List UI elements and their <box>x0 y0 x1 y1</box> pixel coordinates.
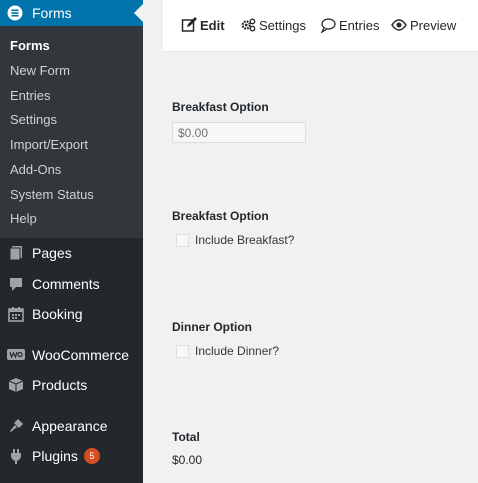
total-label: Total <box>172 430 200 444</box>
sidebar-item-label: Products <box>32 377 88 393</box>
preview-eye-icon <box>391 17 407 33</box>
submenu-entries[interactable]: Entries <box>10 88 50 103</box>
include-breakfast-checkbox[interactable] <box>176 233 189 247</box>
plugins-icon <box>6 446 26 466</box>
update-count-badge: 5 <box>83 448 100 464</box>
sidebar-item-plugins[interactable]: Plugins 5 <box>0 443 143 469</box>
include-dinner-option[interactable]: Include Dinner? <box>176 344 279 358</box>
sidebar-item-label: Pages <box>32 245 72 261</box>
form-editor-tabs: Edit Settings Entries Preview <box>163 0 478 52</box>
sidebar-item-label: Booking <box>32 306 83 322</box>
forms-submenu: Forms New Form Entries Settings Import/E… <box>0 26 143 238</box>
breakfast-price-label: Breakfast Option <box>172 100 269 114</box>
submenu-settings[interactable]: Settings <box>10 112 57 127</box>
breakfast-option-label: Breakfast Option <box>172 209 269 223</box>
sidebar-item-woocommerce[interactable]: WooCommerce <box>0 342 143 368</box>
sidebar-item-products[interactable]: Products <box>0 372 143 398</box>
tab-entries[interactable]: Entries <box>320 17 379 33</box>
submenu-new-form[interactable]: New Form <box>10 63 70 78</box>
products-icon <box>6 375 26 395</box>
sidebar-item-label: Comments <box>32 276 100 292</box>
edit-icon <box>181 17 197 33</box>
comments-icon <box>6 274 26 294</box>
submenu-import-export[interactable]: Import/Export <box>10 137 88 152</box>
submenu-forms[interactable]: Forms <box>10 38 50 53</box>
include-breakfast-option[interactable]: Include Breakfast? <box>176 233 294 247</box>
submenu-add-ons[interactable]: Add-Ons <box>10 162 61 177</box>
breakfast-price-input[interactable] <box>172 122 306 143</box>
tab-preview[interactable]: Preview <box>391 17 456 33</box>
submenu-help[interactable]: Help <box>10 211 37 226</box>
current-menu-arrow <box>134 4 143 22</box>
appearance-icon <box>6 416 26 436</box>
include-breakfast-label: Include Breakfast? <box>195 233 295 247</box>
sidebar-item-appearance[interactable]: Appearance <box>0 413 143 439</box>
include-dinner-checkbox[interactable] <box>176 344 189 358</box>
settings-gear-icon <box>240 17 256 33</box>
entries-bubble-icon <box>320 17 336 33</box>
sidebar-item-pages[interactable]: Pages <box>0 240 143 266</box>
sidebar-item-label: Plugins <box>32 448 78 464</box>
tab-settings[interactable]: Settings <box>240 17 306 33</box>
pages-icon <box>6 243 26 263</box>
sidebar-item-comments[interactable]: Comments <box>0 271 143 297</box>
dinner-option-label: Dinner Option <box>172 320 252 334</box>
forms-icon <box>7 5 23 21</box>
woocommerce-icon <box>6 345 26 365</box>
tab-edit[interactable]: Edit <box>181 17 225 33</box>
calendar-icon <box>6 304 26 324</box>
include-dinner-label: Include Dinner? <box>195 344 280 358</box>
sidebar-item-label: Forms <box>32 5 72 21</box>
sidebar-item-booking[interactable]: Booking <box>0 301 143 327</box>
sidebar-item-label: WooCommerce <box>32 347 129 363</box>
submenu-system-status[interactable]: System Status <box>10 187 94 202</box>
sidebar-item-label: Appearance <box>32 418 108 434</box>
total-value: $0.00 <box>172 453 203 467</box>
admin-sidebar: Forms Forms New Form Entries Settings Im… <box>0 0 143 483</box>
sidebar-item-forms[interactable]: Forms <box>0 0 143 26</box>
